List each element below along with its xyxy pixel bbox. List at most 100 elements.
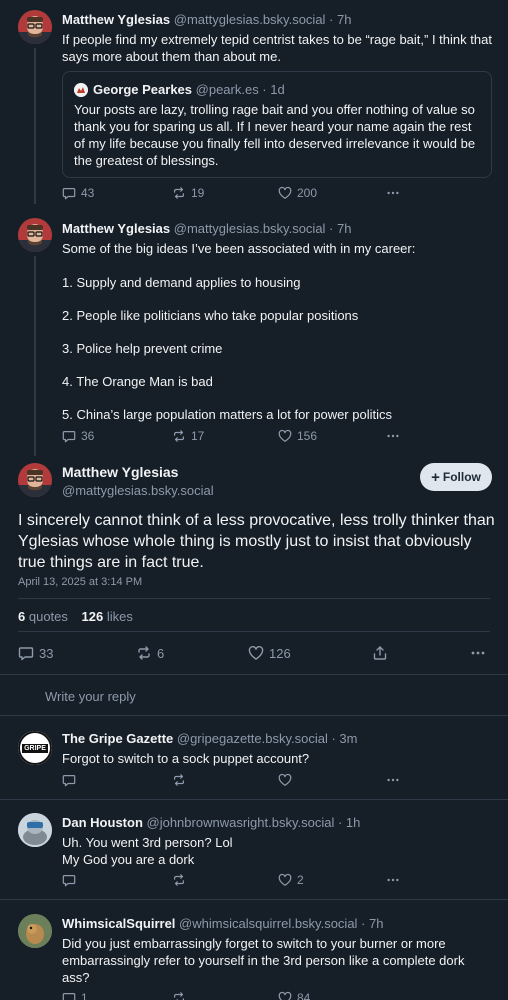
quote-text: Your posts are lazy, trolling rage bait …	[74, 102, 476, 168]
more-button[interactable]	[386, 429, 400, 443]
heart-icon	[278, 991, 292, 1000]
post-header: Dan Houston @johnbrownwasright.bsky.soci…	[62, 815, 360, 830]
like-button[interactable]: 84	[278, 991, 310, 1000]
author-name[interactable]: Matthew Yglesias	[62, 12, 170, 27]
reply-input[interactable]: Write your reply	[45, 689, 136, 704]
more-button[interactable]	[386, 186, 400, 200]
main-actions: 33 6 126	[18, 645, 490, 663]
heart-icon	[278, 186, 292, 200]
reply-count: 33	[39, 645, 54, 661]
reply-icon	[62, 186, 76, 200]
like-button[interactable]: 200	[278, 186, 317, 200]
repost-count: 17	[191, 429, 205, 443]
plus-icon: +	[431, 468, 440, 486]
reply-button[interactable]	[62, 873, 81, 887]
reply-icon	[62, 873, 76, 887]
main-author-name-wrap: Matthew Yglesias	[62, 464, 178, 480]
more-icon	[386, 773, 400, 787]
avatar[interactable]	[18, 813, 52, 847]
reply-button[interactable]: 43	[62, 186, 94, 200]
author-avatar-icon	[18, 463, 52, 497]
divider	[0, 715, 508, 716]
author-handle[interactable]: @mattyglesias.bsky.social · 7h	[174, 12, 352, 27]
repost-button[interactable]: 6	[136, 645, 164, 661]
divider	[0, 674, 508, 675]
likes-stat[interactable]: 126 likes	[82, 609, 133, 624]
more-button[interactable]	[470, 645, 486, 661]
reply-count: 36	[81, 429, 95, 443]
reply-button[interactable]: 36	[62, 429, 94, 443]
heart-icon	[248, 645, 264, 661]
author-name[interactable]: Dan Houston	[62, 815, 143, 830]
share-button[interactable]	[372, 645, 388, 661]
divider	[0, 899, 508, 900]
reply-text: Forgot to switch to a sock puppet accoun…	[62, 751, 310, 766]
more-icon	[386, 873, 400, 887]
quoted-post[interactable]: George Pearkes @peark.es · 1d Your posts…	[62, 71, 492, 178]
reply-icon	[62, 991, 76, 1000]
author-handle[interactable]: @johnbrownwasright.bsky.social · 1h	[147, 815, 361, 830]
like-button[interactable]: 126	[248, 645, 291, 661]
avatar[interactable]	[18, 218, 52, 252]
thread-line	[34, 48, 36, 204]
quotes-stat[interactable]: 6 quotes	[18, 609, 68, 624]
list-item: 4. The Orange Man is bad	[62, 374, 213, 389]
avatar[interactable]	[18, 914, 52, 948]
repost-button[interactable]: 19	[172, 186, 204, 200]
post-timestamp[interactable]: April 13, 2025 at 3:14 PM	[18, 576, 142, 588]
like-button[interactable]: 2	[278, 873, 304, 887]
author-handle[interactable]: @mattyglesias.bsky.social · 7h	[174, 221, 352, 236]
repost-icon	[172, 773, 186, 787]
quote-author-handle: @peark.es · 1d	[195, 82, 285, 97]
divider	[18, 631, 490, 632]
author-handle[interactable]: @whimsicalsquirrel.bsky.social · 7h	[179, 916, 383, 931]
author-avatar-icon	[18, 218, 52, 252]
post-header: WhimsicalSquirrel @whimsicalsquirrel.bsk…	[62, 916, 383, 931]
likes-label: likes	[106, 609, 133, 624]
list-item: 2. People like politicians who take popu…	[62, 308, 359, 323]
repost-button[interactable]	[172, 873, 191, 887]
repost-button[interactable]	[172, 991, 191, 1000]
main-author-name[interactable]: Matthew Yglesias	[62, 464, 178, 480]
quote-author-name: George Pearkes	[93, 82, 193, 97]
like-button[interactable]: 156	[278, 429, 317, 443]
reply-text: Did you just embarrassingly forget to sw…	[62, 936, 465, 985]
list-item: 3. Police help prevent crime	[62, 341, 223, 356]
repost-icon	[172, 186, 186, 200]
author-name[interactable]: Matthew Yglesias	[62, 221, 170, 236]
main-post-text: I sincerely cannot think of a less provo…	[18, 512, 495, 571]
main-author-handle[interactable]: @mattyglesias.bsky.social	[62, 483, 214, 498]
quote-avatar	[74, 83, 88, 97]
thread-line	[34, 256, 36, 456]
avatar[interactable]: GRIPE	[18, 731, 52, 765]
reply-button[interactable]: 1	[62, 991, 88, 1000]
list-item: 1. Supply and demand applies to housing	[62, 275, 301, 290]
like-count: 84	[297, 991, 311, 1000]
post-header: Matthew Yglesias @mattyglesias.bsky.soci…	[62, 221, 351, 236]
reply-button[interactable]	[62, 773, 81, 787]
more-button[interactable]	[386, 773, 400, 787]
reply-icon	[62, 773, 76, 787]
repost-icon	[172, 873, 186, 887]
like-count: 156	[297, 429, 318, 443]
reply-button[interactable]: 33	[18, 645, 53, 661]
reply-text-line-2: My God you are a dork	[62, 852, 195, 867]
post-text: If people find my extremely tepid centri…	[62, 32, 492, 64]
repost-count: 19	[191, 186, 205, 200]
more-button[interactable]	[386, 873, 400, 887]
more-icon	[386, 429, 400, 443]
follow-button[interactable]: + Follow	[420, 463, 492, 491]
gripe-logo-text: GRIPE	[24, 745, 46, 752]
avatar[interactable]	[18, 10, 52, 44]
author-avatar-icon	[18, 10, 52, 44]
repost-button[interactable]: 17	[172, 429, 204, 443]
author-name[interactable]: The Gripe Gazette	[62, 731, 173, 746]
like-button[interactable]	[278, 773, 297, 787]
more-icon	[470, 645, 486, 661]
author-handle[interactable]: @gripegazette.bsky.social · 3m	[177, 731, 358, 746]
avatar[interactable]	[18, 463, 52, 497]
quotes-label: quotes	[28, 609, 68, 624]
repost-button[interactable]	[172, 773, 191, 787]
post-text: Some of the big ideas I’ve been associat…	[62, 241, 416, 256]
author-name[interactable]: WhimsicalSquirrel	[62, 916, 175, 931]
